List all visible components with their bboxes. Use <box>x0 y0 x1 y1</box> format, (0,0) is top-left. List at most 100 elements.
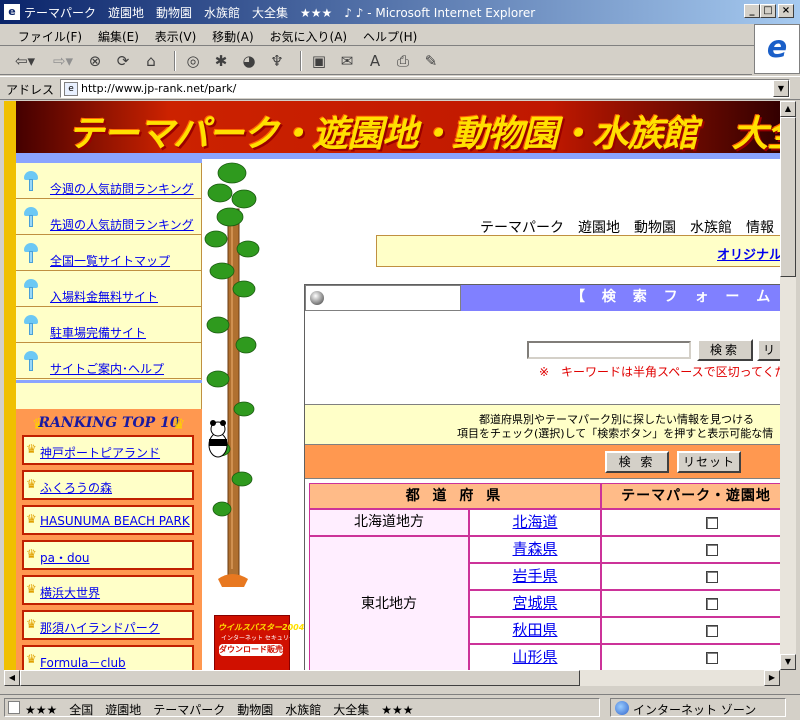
pref-link[interactable]: 宮城県 <box>512 594 557 612</box>
mail-icon[interactable]: ✉ <box>336 51 358 71</box>
themepark-checkbox[interactable] <box>706 544 718 556</box>
pref-miyagi: 宮城県 <box>469 590 601 617</box>
nav-item-help[interactable]: サイトご案内･ヘルプ <box>16 343 202 379</box>
ranking-item[interactable]: ♛ ふくろうの森 <box>22 470 194 500</box>
ranking-link[interactable]: Formula－club <box>40 654 194 670</box>
nav-link[interactable]: 駐車場完備サイト <box>50 324 146 341</box>
menu-edit[interactable]: 編集(E) <box>92 24 145 45</box>
search-input-area: 検索 リ ※ キーワードは半角スペースで区切ってくだ <box>305 311 780 405</box>
pref-link[interactable]: 岩手県 <box>512 567 557 585</box>
edit-icon[interactable]: ✎ <box>420 51 442 71</box>
scroll-left-icon[interactable]: ◀ <box>4 670 20 686</box>
stop-icon[interactable]: ⊗ <box>84 51 106 71</box>
ranking-link[interactable]: pa・dou <box>40 549 194 566</box>
nav-item-free-admission[interactable]: 入場料金無料サイト <box>16 271 202 307</box>
home-icon[interactable]: ⌂ <box>140 51 162 71</box>
search-icon[interactable]: ◎ <box>182 51 204 71</box>
nav-item-parking[interactable]: 駐車場完備サイト <box>16 307 202 343</box>
desc-line-2: 項目をチェック(選択)して「検索ボタン」を押すと表示可能な情 <box>457 427 774 440</box>
themepark-checkbox[interactable] <box>706 625 718 637</box>
nav-link[interactable]: サイトご案内･ヘルプ <box>50 360 164 377</box>
refresh-icon[interactable]: ⟳ <box>112 51 134 71</box>
ranking-link[interactable]: 横浜大世界 <box>40 584 194 601</box>
horizontal-scroll-thumb[interactable] <box>20 670 580 686</box>
ranking-item[interactable]: ♛ pa・dou <box>22 540 194 570</box>
reset-button[interactable]: リ <box>757 339 780 361</box>
pref-link[interactable]: 山形県 <box>512 648 557 666</box>
lamp-icon <box>24 279 38 301</box>
menu-go[interactable]: 移動(A) <box>206 24 260 45</box>
checkbox-cell <box>601 563 780 590</box>
checkbox-cell <box>601 617 780 644</box>
ranking-item[interactable]: ♛ Formula－club <box>22 645 194 670</box>
ranking-link[interactable]: 那須ハイランドパーク <box>40 619 194 636</box>
themepark-checkbox[interactable] <box>706 517 718 529</box>
toolbar-separator <box>300 50 302 71</box>
nav-link[interactable]: 全国一覧サイトマップ <box>50 252 170 269</box>
lamp-icon <box>24 171 38 193</box>
horizontal-scrollbar[interactable]: ◀ ▶ <box>4 670 780 686</box>
font-icon[interactable]: A <box>364 51 386 71</box>
scroll-up-icon[interactable]: ▲ <box>780 101 796 117</box>
search-button-2[interactable]: 検 索 <box>605 451 669 473</box>
trophy-icon: ♛ <box>26 442 37 456</box>
nav-link[interactable]: 今週の人気訪問ランキング <box>50 180 194 197</box>
ranking-link[interactable]: ふくろうの森 <box>40 479 194 496</box>
window-title: テーマパーク 遊園地 動物園 水族館 大全集 ★★★ ♪ ♪ - Microso… <box>24 5 536 20</box>
minimize-button[interactable]: _ <box>744 4 760 18</box>
themepark-checkbox[interactable] <box>706 571 718 583</box>
ie-page-icon: e <box>4 4 20 20</box>
checkbox-cell <box>601 590 780 617</box>
menu-favorites[interactable]: お気に入り(A) <box>264 24 354 45</box>
search-button-row: 検 索 リセット <box>305 445 780 479</box>
forward-icon[interactable]: ⇨▾ <box>48 51 78 71</box>
ranking-item[interactable]: ♛ 横浜大世界 <box>22 575 194 605</box>
search-input[interactable] <box>527 341 691 359</box>
ranking-item[interactable]: ♛ 那須ハイランドパーク <box>22 610 194 640</box>
ranking-link[interactable]: 神戸ポートピアランド <box>40 444 194 461</box>
ranking-item[interactable]: ♛ HASUNUMA BEACH PARK <box>22 505 194 535</box>
channels-icon[interactable]: ♆ <box>266 51 288 71</box>
left-nav: 今週の人気訪問ランキング 先週の人気訪問ランキング 全国一覧サイトマップ 入場料… <box>16 159 202 409</box>
search-button[interactable]: 検索 <box>697 339 753 361</box>
themepark-checkbox[interactable] <box>706 598 718 610</box>
favorites-icon[interactable]: ✱ <box>210 51 232 71</box>
menu-view[interactable]: 表示(V) <box>149 24 203 45</box>
pref-link[interactable]: 秋田県 <box>512 621 557 639</box>
fullscreen-icon[interactable]: ▣ <box>308 51 330 71</box>
search-form: 【 検 索 フ ォ ー ム 】 検索 リ ※ キーワードは半角スペースで区切って… <box>304 284 780 670</box>
nav-item-weekly-ranking[interactable]: 今週の人気訪問ランキング <box>16 163 202 199</box>
maximize-button[interactable]: □ <box>760 4 776 18</box>
scroll-right-icon[interactable]: ▶ <box>764 670 780 686</box>
themepark-checkbox[interactable] <box>706 652 718 664</box>
trophy-icon: ♛ <box>26 477 37 491</box>
print-icon[interactable]: ⎙ <box>392 51 414 71</box>
history-icon[interactable]: ◕ <box>238 51 260 71</box>
menu-help[interactable]: ヘルプ(H) <box>357 24 423 45</box>
nav-bottom-line <box>16 380 202 383</box>
back-icon[interactable]: ⇦▾ <box>8 51 42 71</box>
pref-link[interactable]: 青森県 <box>512 540 557 558</box>
reset-button-2[interactable]: リセット <box>677 451 741 473</box>
menu-file[interactable]: ファイル(F) <box>12 24 88 45</box>
close-button[interactable]: × <box>778 4 794 18</box>
header-prefecture: 都 道 府 県 <box>309 483 601 509</box>
original-link[interactable]: オリジナル <box>717 244 780 263</box>
address-input[interactable]: e http://www.jp-rank.net/park/ ▼ <box>60 79 790 98</box>
nav-link[interactable]: 入場料金無料サイト <box>50 288 158 305</box>
vertical-scrollbar[interactable]: ▲ ▼ <box>780 101 796 670</box>
ranking-item[interactable]: ♛ 神戸ポートピアランド <box>22 435 194 465</box>
nav-item-sitemap[interactable]: 全国一覧サイトマップ <box>16 235 202 271</box>
antivirus-ad[interactable]: ウイルスバスター2004 インターネット セキュリティ ダウンロード販売 <box>214 615 304 670</box>
nav-link[interactable]: 先週の人気訪問ランキング <box>50 216 194 233</box>
status-text: ★★★ 全国 遊園地 テーマパーク 動物園 水族館 大全集 ★★★ <box>4 698 600 717</box>
toolbar: ⇦▾ ⇨▾ ⊗ ⟳ ⌂ ◎ ✱ ◕ ♆ ▣ ✉ A ⎙ ✎ <box>0 47 752 75</box>
address-dropdown-icon[interactable]: ▼ <box>773 80 789 97</box>
ranking-link[interactable]: HASUNUMA BEACH PARK <box>40 514 194 528</box>
vertical-scroll-thumb[interactable] <box>780 117 796 277</box>
nav-item-last-week-ranking[interactable]: 先週の人気訪問ランキング <box>16 199 202 235</box>
page-icon <box>8 701 20 714</box>
pref-link[interactable]: 北海道 <box>512 513 557 531</box>
pref-hokkaido: 北海道 <box>469 509 601 536</box>
scroll-down-icon[interactable]: ▼ <box>780 654 796 670</box>
